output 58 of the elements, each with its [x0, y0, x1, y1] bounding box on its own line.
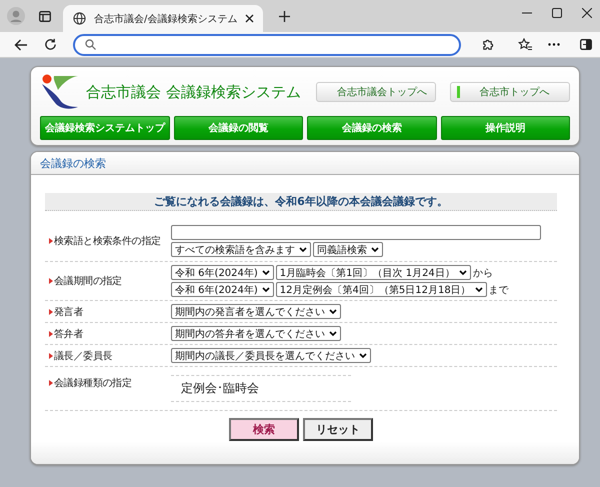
sidebar-icon[interactable] — [580, 39, 592, 50]
dropdown[interactable]: 1月臨時会〔第1回〕（目次 1月24日） — [276, 265, 471, 280]
more-icon[interactable] — [548, 43, 560, 46]
bullet-icon — [49, 238, 53, 244]
range-text: まで — [488, 284, 509, 297]
close-icon[interactable] — [245, 14, 254, 23]
keyword-field[interactable] — [171, 225, 541, 240]
dropdown[interactable]: 期間内の答弁者を選んでください — [171, 326, 341, 342]
bullet-icon — [49, 380, 53, 386]
bullet-icon — [49, 308, 53, 315]
reset-button[interactable]: リセット — [303, 418, 373, 442]
field-label: 議長／委員長 — [54, 350, 112, 363]
range-text: から — [472, 266, 493, 280]
field-label: 会議録種類の指定 — [54, 376, 132, 390]
bullet-icon — [49, 330, 53, 337]
section-heading: 会議録の検索 — [40, 156, 106, 171]
bullet-icon — [49, 278, 53, 284]
caret-icon — [329, 308, 337, 315]
globe-icon — [73, 12, 86, 25]
browser-tab[interactable]: 合志市議会/会議録検索システム — [63, 5, 263, 32]
caret-icon — [458, 270, 467, 276]
field-label: 発言者 — [54, 306, 84, 319]
dropdown[interactable]: 令和 6年(2024年) — [171, 282, 274, 298]
close-icon[interactable] — [582, 8, 592, 18]
link-button[interactable]: 合志市議会トップへ — [316, 82, 436, 102]
field-label: 検索語と検索条件の指定 — [54, 234, 161, 248]
caret-icon — [262, 270, 270, 276]
dropdown[interactable]: 令和 6年(2024年) — [171, 265, 274, 280]
address-field[interactable] — [73, 34, 461, 56]
site-title: 合志市議会 会議録検索システム — [86, 82, 302, 102]
field-label: 答弁者 — [54, 328, 84, 341]
dropdown[interactable]: 期間内の発言者を選んでください — [171, 304, 341, 320]
new-tab-icon[interactable] — [279, 11, 290, 22]
dropdown[interactable]: 12月定例会〔第4回〕（第5日12月18日） — [276, 282, 487, 298]
dropdown[interactable]: 期間内の議長／委員長を選んでください — [171, 348, 371, 364]
bullet-icon — [49, 352, 53, 359]
caret-icon — [299, 246, 307, 253]
link-button[interactable]: 合志市トップへ — [450, 82, 570, 102]
puzzle-icon[interactable] — [481, 38, 494, 51]
caret-icon — [262, 286, 270, 293]
logo-icon — [40, 74, 80, 110]
tab-actions-icon[interactable] — [39, 11, 51, 22]
meeting-type-text: 定例会･臨時会 — [171, 375, 351, 402]
back-icon[interactable] — [14, 38, 28, 50]
caret-icon — [329, 330, 337, 337]
refresh-icon[interactable] — [44, 38, 57, 51]
caret-icon — [371, 246, 379, 253]
favorites-icon[interactable] — [518, 38, 532, 51]
search-icon — [85, 39, 96, 50]
search-button[interactable]: 検索 — [229, 418, 299, 442]
tab-title: 合志市議会/会議録検索システム — [94, 12, 238, 26]
dropdown[interactable]: すべての検索語を含みます — [171, 242, 311, 258]
caret-icon — [359, 352, 367, 359]
caret-icon — [474, 286, 483, 293]
field-label: 会議期間の指定 — [54, 274, 122, 288]
notice-text: ご覧になれる会議録は、令和6年以降の本会議会議録です。 — [45, 193, 557, 212]
dropdown[interactable]: 同義語検索 — [313, 242, 383, 258]
maximize-icon[interactable] — [552, 8, 562, 18]
